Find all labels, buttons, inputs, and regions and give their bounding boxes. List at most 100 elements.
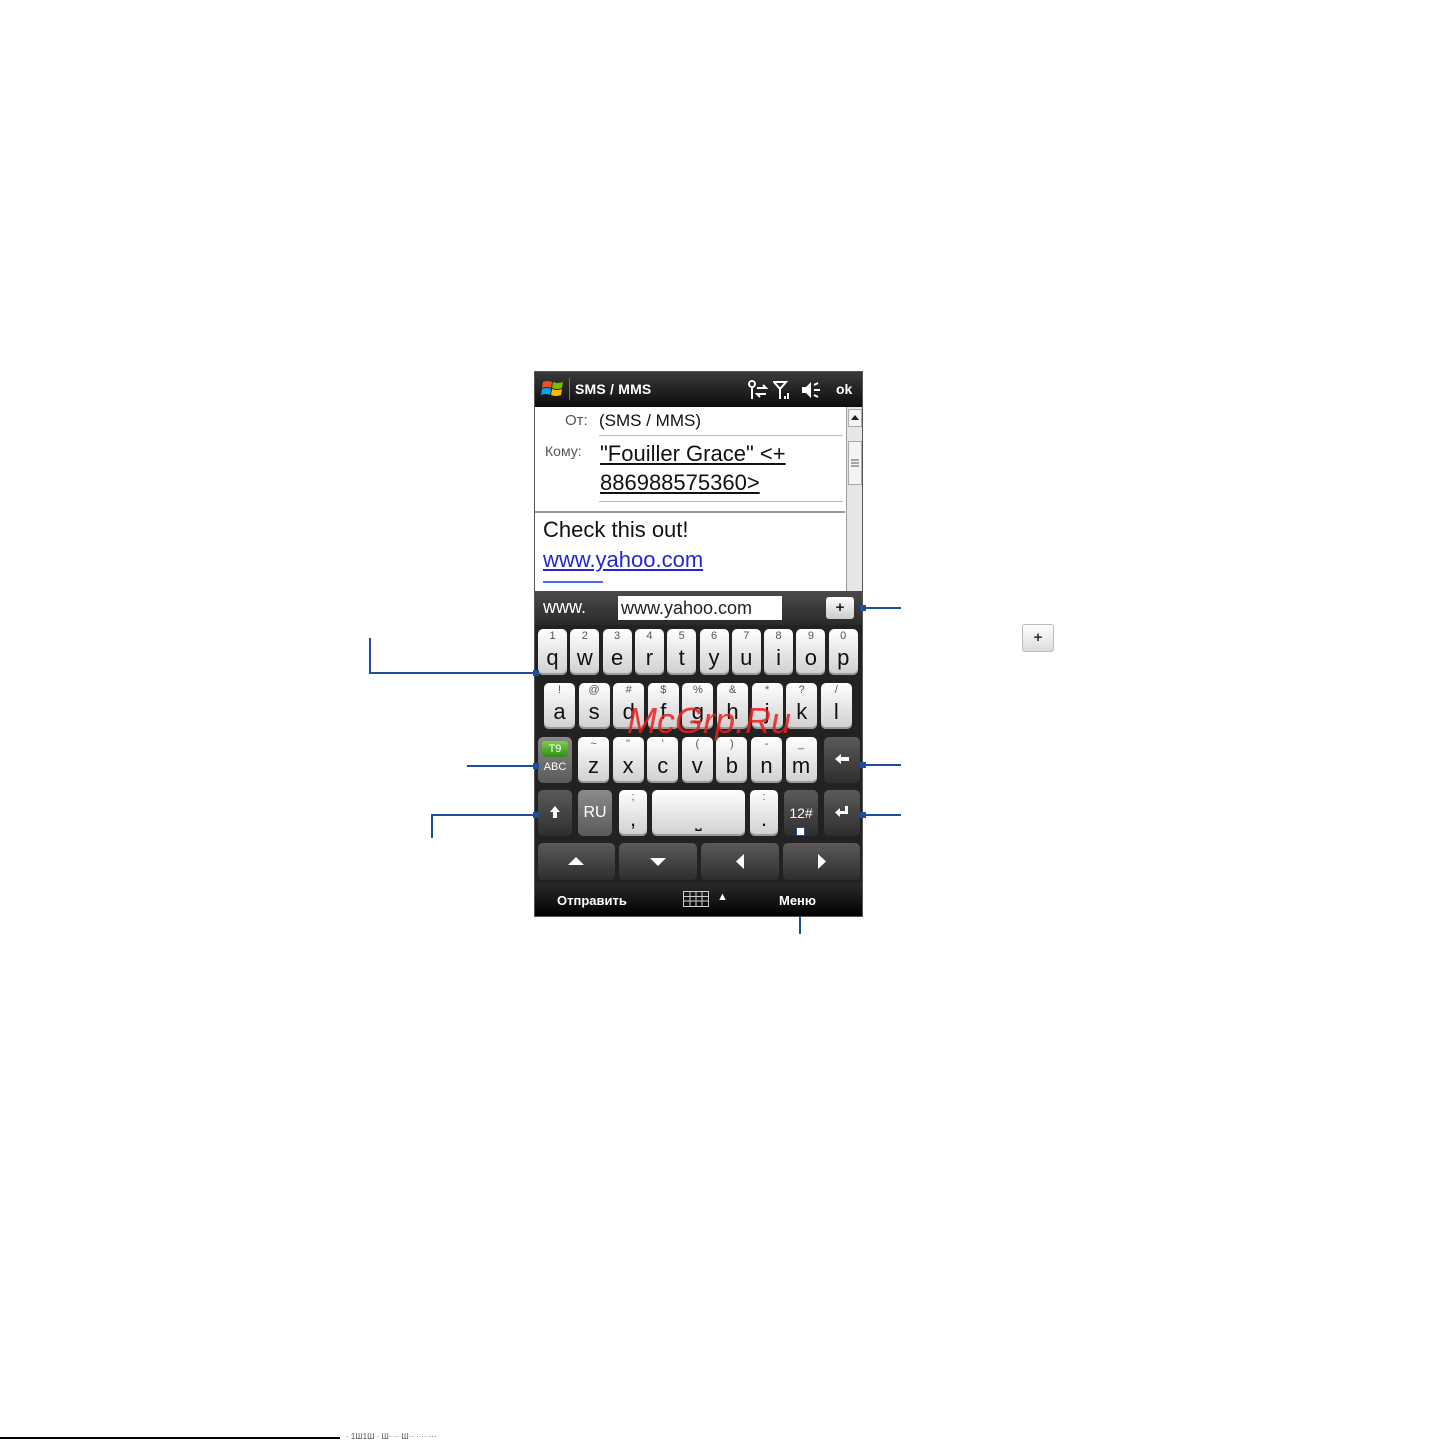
prediction-candidate[interactable]: www.yahoo.com (618, 596, 782, 620)
key-alt-label: 2 (581, 630, 588, 642)
key-alt-label: 7 (743, 630, 750, 642)
space-key[interactable]: ⎵ (652, 790, 745, 836)
key-alt-label: 1 (549, 630, 556, 642)
callout-shift-vertical (431, 814, 433, 838)
message-body-link[interactable]: www.yahoo.com (543, 547, 703, 573)
key-w[interactable]: 2w (570, 629, 600, 675)
key-label: n (760, 753, 773, 778)
to-recipient-link[interactable]: "Fouiller Grace" <+ 886988575360> (600, 439, 840, 497)
caret-up-icon[interactable]: ▲ (717, 891, 728, 903)
send-soft-key[interactable]: Отправить (557, 893, 627, 908)
backspace-arrow-icon (835, 754, 849, 764)
key-e[interactable]: 3e (602, 629, 632, 675)
key-alt-label: 0 (840, 630, 847, 642)
shift-key[interactable] (538, 790, 572, 836)
key-n[interactable]: -n (751, 737, 782, 783)
key-z[interactable]: ~ z (578, 737, 609, 783)
key-label: o (804, 645, 818, 670)
key-v[interactable]: (v (681, 737, 713, 783)
from-field[interactable]: (SMS / MMS) (599, 411, 701, 431)
period-key[interactable]: : . (750, 790, 778, 836)
backspace-key[interactable] (824, 737, 860, 783)
windows-start-icon[interactable] (541, 378, 565, 400)
key-b[interactable]: ) b (716, 737, 748, 783)
key-q[interactable]: 1q (538, 629, 567, 675)
t9-abc-toggle-key[interactable]: T9 ABC (538, 737, 572, 783)
callout-shift-horizontal (431, 814, 533, 816)
scroll-up-arrow[interactable] (848, 409, 862, 427)
text-cursor-underline (543, 581, 603, 583)
cursor-up-key[interactable] (538, 843, 615, 880)
soft-key-bar: Отправить ▲ Меню (535, 883, 862, 916)
callout-t9-marker (533, 763, 539, 769)
key-label: c (657, 753, 669, 778)
cursor-down-key[interactable] (619, 843, 697, 880)
ok-button[interactable]: ok (836, 381, 852, 397)
cursor-right-key[interactable] (783, 843, 860, 880)
key-label: w (576, 645, 593, 670)
key-m[interactable]: _ m (785, 737, 817, 783)
callout-enter-marker (860, 812, 866, 818)
key-y[interactable]: 6y (699, 629, 729, 675)
comma-key[interactable]: ; , (619, 790, 647, 836)
menu-soft-key[interactable]: Меню (779, 893, 816, 908)
key-label: l (833, 699, 839, 724)
callout-keys-marker (533, 670, 539, 676)
key-o[interactable]: 9o (796, 629, 826, 675)
abc-label: ABC (543, 761, 567, 773)
key-label: r (645, 645, 654, 670)
key-l[interactable]: / l (820, 683, 852, 729)
callout-add-word-marker (860, 605, 866, 611)
footer-text: · 1Ш1Ш · Ш· ·· Ш·· · ·· ··· (346, 1432, 437, 1441)
phone-screen: SMS / MMS ok От: (SMS / MMS) Кому: "Foui… (534, 371, 863, 917)
key-i[interactable]: 8i (764, 629, 794, 675)
key-alt-label: @ (588, 684, 600, 696)
key-label: z (588, 753, 599, 778)
key-alt-label: 6 (710, 630, 718, 642)
key-u[interactable]: 7u (731, 629, 761, 675)
message-header: От: (SMS / MMS) Кому: "Fouiller Grace" <… (535, 407, 845, 513)
key-x[interactable]: " x (612, 737, 644, 783)
footer-rule (0, 1437, 340, 1439)
prediction-prefix[interactable]: www. (543, 597, 586, 618)
title-bar: SMS / MMS ok (535, 372, 862, 407)
callout-t9-line (467, 765, 533, 767)
input-panel-icon[interactable] (683, 891, 709, 907)
scroll-thumb[interactable] (848, 441, 862, 485)
key-label: s (588, 699, 600, 724)
key-c[interactable]: ' c (647, 737, 679, 783)
key-label: q (546, 645, 559, 670)
enter-key[interactable] (824, 790, 860, 836)
language-ru-key[interactable]: RU (578, 790, 612, 836)
scrollbar[interactable] (846, 407, 862, 591)
key-s[interactable]: @ s (578, 683, 610, 729)
comma-key-alt: ; (631, 791, 635, 803)
signal-icon[interactable] (773, 380, 791, 400)
add-word-button[interactable]: + (826, 597, 854, 619)
cursor-left-key[interactable] (701, 843, 779, 880)
speaker-icon[interactable] (800, 380, 822, 400)
message-body-text[interactable]: Check this out! (543, 517, 689, 543)
key-p[interactable]: 0p (828, 629, 858, 675)
key-alt-label: ? (798, 684, 805, 696)
key-label: i (776, 645, 782, 670)
key-label: t (678, 645, 685, 670)
callout-add-word-line (863, 607, 901, 609)
from-divider (599, 435, 843, 436)
key-alt-label: 8 (775, 630, 782, 642)
key-alt-label: / (834, 684, 838, 696)
triangle-left-icon (736, 854, 744, 869)
data-connection-icon[interactable] (746, 380, 768, 400)
triangle-up-icon (568, 857, 584, 865)
triangle-right-icon (818, 854, 826, 869)
key-t[interactable]: 5t (667, 629, 697, 675)
to-divider (599, 501, 843, 502)
key-r[interactable]: 4r (634, 629, 664, 675)
callout-enter-line (863, 814, 901, 816)
key-a[interactable]: ! a (544, 683, 575, 729)
key-label: m (791, 753, 811, 778)
key-alt-label: 9 (807, 630, 814, 642)
word-prediction-bar: www. www.yahoo.com + (535, 591, 862, 625)
callout-keys-horizontal (369, 672, 533, 674)
key-alt-label: 4 (646, 630, 653, 642)
